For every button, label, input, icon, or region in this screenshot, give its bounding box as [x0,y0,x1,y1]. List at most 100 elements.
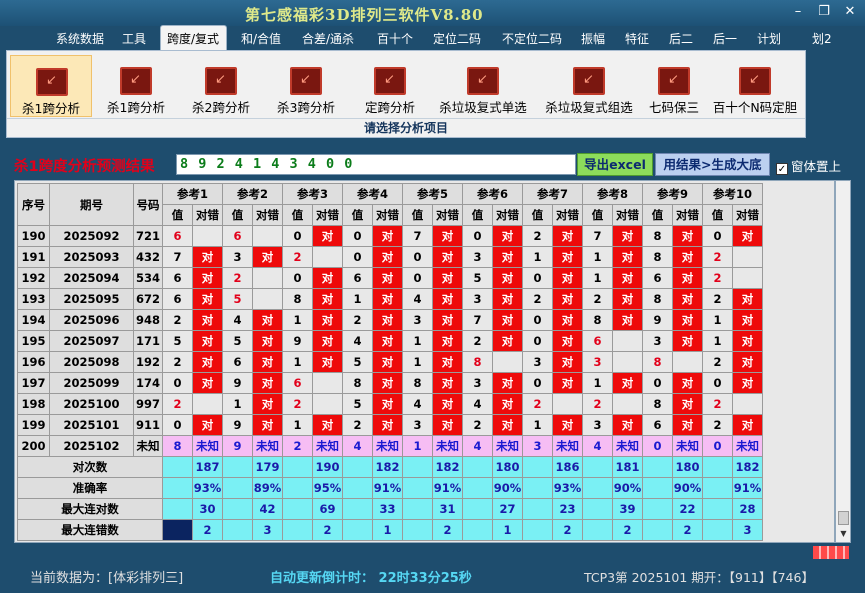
table-row[interactable]: 194 2025096 948 2 对 4 对 1 对 2 对 3 对 7 对 0 对 8 对 9 对 1 对 [17,309,763,331]
stats-spacer [702,456,733,478]
ref-result-cell: 对 [312,288,343,310]
ribbon-button-kill3-span[interactable]: ↙ 杀3跨分析 [265,55,347,117]
sub-header-result: 对错 [732,204,763,226]
ref-result-cell: 对 [552,267,583,289]
close-icon[interactable]: ✕ [839,3,861,21]
row-seq: 190 [17,225,50,247]
stats-spacer [282,519,313,541]
stats-row: 对次数 187 179 190 182 182 180 186 181 180 182 [17,456,763,478]
menu-fixed-two[interactable]: 定位二码 [433,30,481,47]
ribbon-button-seven-code[interactable]: ↙ 七码保三 [643,55,705,117]
menu-positions[interactable]: 百十个 [377,30,413,47]
maximize-icon[interactable]: ❐ [813,3,835,21]
ref-result-cell: 对 [492,267,523,289]
ref-result-cell: 对 [612,309,643,331]
stats-value: 186 [552,456,583,478]
table-row[interactable]: 198 2025100 997 2 1 对 2 5 对 4 对 4 对 2 2 8 对 2 [17,393,763,415]
ref-value-cell: 6 [342,267,373,289]
table-row[interactable]: 195 2025097 171 5 对 5 对 9 对 4 对 1 对 2 对 0 对 6 3 对 1 对 [17,330,763,352]
menu-amplitude[interactable]: 振幅 [581,30,605,47]
ribbon-button-kill2-span[interactable]: ↙ 杀2跨分析 [180,55,262,117]
export-excel-button[interactable]: 导出excel [577,153,653,176]
stats-value: 3 [732,519,763,541]
sub-header-result: 对错 [672,204,703,226]
ref-result-cell: 对 [492,309,523,331]
row-number: 174 [133,372,163,394]
ref-result-cell [312,246,343,268]
stats-spacer [642,477,673,499]
row-number: 911 [133,414,163,436]
scroll-thumb[interactable] [838,511,849,525]
table-row[interactable]: 196 2025098 192 2 对 6 对 1 对 5 对 1 对 8 3 对 3 8 2 对 [17,351,763,373]
ref-result-cell: 对 [252,372,283,394]
menu-tools[interactable]: 工具 [122,30,146,47]
ref-value-cell: 0 [402,267,433,289]
row-number: 未知 [133,435,163,457]
menu-plan[interactable]: 计划 [757,30,781,47]
minimize-icon[interactable]: – [787,3,809,21]
checkbox-icon[interactable]: ✓ [776,163,788,175]
sub-header-result: 对错 [492,204,523,226]
ref-value-cell: 1 [282,309,313,331]
ontop-checkbox[interactable]: ✓ 窗体置上 [776,156,841,175]
menu-system-data[interactable]: 系统数据 [56,30,104,47]
scroll-down-icon[interactable]: ▼ [837,529,850,541]
table-row[interactable]: 192 2025094 534 6 对 2 0 对 6 对 0 对 5 对 0 对 1 对 6 对 2 [17,267,763,289]
menu-plan2[interactable]: 划2 [812,30,832,47]
ref-value-cell: 1 [402,330,433,352]
sub-header-value: 值 [522,204,553,226]
table-row[interactable]: 193 2025095 672 6 对 5 8 对 1 对 4 对 3 对 2 对 2 对 8 对 2 对 [17,288,763,310]
vertical-scrollbar[interactable]: ▼ [835,180,851,543]
ref-value-cell: 0 [282,267,313,289]
menu-diff[interactable]: 合差/通杀 [302,30,354,47]
menu-span-active-label[interactable]: 跨度/复式 [167,30,219,47]
ref-result-cell: 对 [372,330,403,352]
menu-last-one[interactable]: 后一 [713,30,737,47]
stats-spacer [702,498,733,520]
ref-result-cell: 对 [432,393,463,415]
ref-value-cell: 5 [342,351,373,373]
table-row[interactable]: 191 2025093 432 7 对 3 对 2 0 对 0 对 3 对 1 对 1 对 8 对 2 [17,246,763,268]
ref-value-cell: 2 [702,267,733,289]
ribbon-button-kill-junk-single[interactable]: ↙ 杀垃圾复式单选 [431,55,535,117]
ref-value-cell: 0 [642,372,673,394]
ribbon-button-kill-junk-group[interactable]: ↙ 杀垃圾复式组选 [537,55,641,117]
menu-sum[interactable]: 和/合值 [241,30,281,47]
prediction-value-cell: 4 [342,435,373,457]
stats-value: 182 [732,456,763,478]
menu-unfixed-two[interactable]: 不定位二码 [502,30,562,47]
prediction-value-cell: 8 [162,435,193,457]
menu-last-two[interactable]: 后二 [669,30,693,47]
ref-result-cell: 对 [612,225,643,247]
row-number: 721 [133,225,163,247]
ribbon-button-kill1-span[interactable]: ↙ 杀1跨分析 [95,55,177,117]
row-seq: 192 [17,267,50,289]
prediction-result-cell: 未知 [732,435,763,457]
table-row[interactable]: 197 2025099 174 0 对 9 对 6 8 对 8 对 3 对 0 对 1 对 0 对 0 对 [17,372,763,394]
ref-result-cell: 对 [672,414,703,436]
ribbon-button-fixed-span[interactable]: ↙ 定跨分析 [350,55,430,117]
ribbon-button-kill1-span-selected[interactable]: ↙ 杀1跨分析 [10,55,92,117]
col-header-ref: 参考4 [342,183,403,205]
ref-result-cell: 对 [372,267,403,289]
result-field[interactable]: 8 9 2 4 1 4 3 4 0 0 [176,154,576,175]
prediction-result-cell: 未知 [192,435,223,457]
stats-spacer [582,477,613,499]
ref-value-cell: 1 [702,309,733,331]
stats-spacer [162,456,193,478]
stats-value: 27 [492,498,523,520]
stats-spacer [342,498,373,520]
ref-result-cell: 对 [312,309,343,331]
table-row[interactable]: 190 2025092 721 6 6 0 对 0 对 7 对 0 对 2 对 7 对 8 对 0 对 [17,225,763,247]
ref-result-cell: 对 [192,414,223,436]
ref-result-cell: 对 [552,288,583,310]
menu-features[interactable]: 特征 [625,30,649,47]
ribbon-button-n-code[interactable]: ↙ 百十个N码定胆 [707,55,803,117]
stats-spacer [282,456,313,478]
prediction-row[interactable]: 200 2025102 未知 8 未知 9 未知 2 未知 4 未知 1 未知 4 未知 3 未知 4 未知 0 未知 0… [17,435,763,457]
generate-base-button[interactable]: 用结果>生成大底 [655,153,770,176]
ref-value-cell: 1 [222,393,253,415]
chart-icon: ↙ [290,67,322,95]
table-row[interactable]: 199 2025101 911 0 对 9 对 1 对 2 对 3 对 2 对 1 对 3 对 6 对 2 对 [17,414,763,436]
col-header-ref: 参考8 [582,183,643,205]
